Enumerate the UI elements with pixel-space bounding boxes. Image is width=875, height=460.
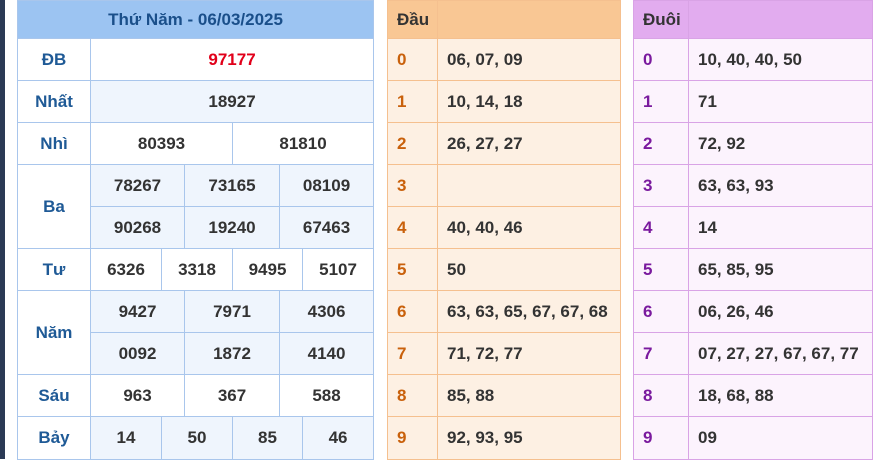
- prize-value-bay: 46: [301, 416, 375, 460]
- prize-label-db: ĐB: [17, 38, 91, 81]
- prize-value-tu: 5107: [301, 248, 375, 291]
- duoi-digit: 0: [633, 38, 689, 81]
- prize-label-nhi: Nhì: [17, 122, 91, 165]
- prize-value-ba: 19240: [184, 206, 280, 249]
- duoi-header-blank: [688, 0, 873, 39]
- dau-digit: 4: [387, 206, 438, 249]
- dau-values: 06, 07, 09: [437, 38, 621, 81]
- dau-values: [437, 164, 621, 207]
- prize-value-nam: 7971: [184, 290, 280, 333]
- prize-value-tu: 6326: [90, 248, 162, 291]
- dau-values: 26, 27, 27: [437, 122, 621, 165]
- duoi-digit: 9: [633, 416, 689, 460]
- duoi-values: 14: [688, 206, 873, 249]
- dau-values: 92, 93, 95: [437, 416, 621, 460]
- duoi-digit: 5: [633, 248, 689, 291]
- prize-value-sau: 367: [184, 374, 280, 417]
- prize-value-ba: 90268: [90, 206, 185, 249]
- dau-values: 40, 40, 46: [437, 206, 621, 249]
- duoi-values: 71: [688, 80, 873, 123]
- prize-value-nhi: 80393: [90, 122, 233, 165]
- prize-value-nam: 1872: [184, 332, 280, 375]
- dau-values: 63, 63, 65, 67, 67, 68: [437, 290, 621, 333]
- prize-value-sau: 963: [90, 374, 185, 417]
- prize-value-nam: 4140: [278, 332, 375, 375]
- prize-value-nhat: 18927: [89, 80, 375, 123]
- duoi-values: 06, 26, 46: [688, 290, 873, 333]
- prize-value-ba: 08109: [278, 164, 375, 207]
- dau-values: 71, 72, 77: [437, 332, 621, 375]
- dau-values: 85, 88: [437, 374, 621, 417]
- dau-digit: 3: [387, 164, 438, 207]
- prize-value-nam: 0092: [90, 332, 185, 375]
- dau-digit: 8: [387, 374, 438, 417]
- prize-value-bay: 85: [232, 416, 303, 460]
- duoi-digit: 4: [633, 206, 689, 249]
- dau-header: Đầu: [387, 0, 438, 39]
- prize-value-bay: 14: [90, 416, 162, 460]
- duoi-values: 07, 27, 27, 67, 67, 77: [688, 332, 873, 375]
- duoi-digit: 2: [633, 122, 689, 165]
- prize-value-ba: 67463: [278, 206, 375, 249]
- prize-label-nhat: Nhất: [17, 80, 91, 123]
- dau-digit: 7: [387, 332, 438, 375]
- duoi-digit: 7: [633, 332, 689, 375]
- dau-digit: 1: [387, 80, 438, 123]
- duoi-digit: 8: [633, 374, 689, 417]
- duoi-values: 09: [688, 416, 873, 460]
- prize-value-tu: 3318: [161, 248, 233, 291]
- prize-value-ba: 73165: [184, 164, 280, 207]
- prize-label-bay: Bảy: [17, 416, 91, 460]
- prize-value-db: 97177: [89, 38, 375, 81]
- prize-label-sau: Sáu: [17, 374, 91, 417]
- dau-header-blank: [437, 0, 621, 39]
- duoi-table: Đuôi 0 10, 40, 40, 50 1 71 2 72, 92 3 63, 63…: [633, 0, 873, 460]
- prize-value-nhi: 81810: [231, 122, 375, 165]
- prize-value-bay: 50: [161, 416, 233, 460]
- duoi-digit: 1: [633, 80, 689, 123]
- prize-label-ba: Ba: [17, 164, 91, 249]
- duoi-values: 72, 92: [688, 122, 873, 165]
- dau-digit: 6: [387, 290, 438, 333]
- prize-value-nam: 9427: [90, 290, 185, 333]
- lottery-result-table: Thứ Năm - 06/03/2025 ĐB 97177 Nhất 18927…: [16, 0, 375, 460]
- dau-digit: 0: [387, 38, 438, 81]
- dau-digit: 9: [387, 416, 438, 460]
- dau-values: 10, 14, 18: [437, 80, 621, 123]
- dau-digit: 5: [387, 248, 438, 291]
- prize-value-nam: 4306: [278, 290, 375, 333]
- duoi-digit: 3: [633, 164, 689, 207]
- dau-table: Đầu 0 06, 07, 09 1 10, 14, 18 2 26, 27, 27 …: [387, 0, 621, 460]
- dau-digit: 2: [387, 122, 438, 165]
- left-edge-bar: [0, 0, 5, 459]
- prize-label-nam: Năm: [17, 290, 91, 375]
- dau-values: 50: [437, 248, 621, 291]
- prize-value-sau: 588: [278, 374, 375, 417]
- duoi-values: 18, 68, 88: [688, 374, 873, 417]
- duoi-values: 10, 40, 40, 50: [688, 38, 873, 81]
- duoi-header: Đuôi: [633, 0, 689, 39]
- prize-value-tu: 9495: [232, 248, 303, 291]
- duoi-digit: 6: [633, 290, 689, 333]
- duoi-values: 63, 63, 93: [688, 164, 873, 207]
- result-date-title: Thứ Năm - 06/03/2025: [16, 0, 375, 39]
- prize-value-ba: 78267: [90, 164, 185, 207]
- prize-label-tu: Tư: [17, 248, 91, 291]
- duoi-values: 65, 85, 95: [688, 248, 873, 291]
